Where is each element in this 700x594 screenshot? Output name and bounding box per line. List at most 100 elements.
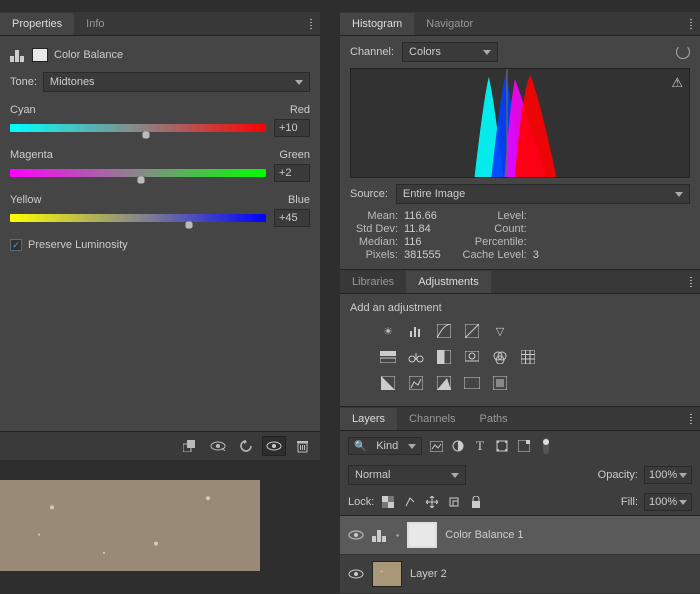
cyan-red-slider[interactable] — [10, 124, 266, 132]
filter-type-icon[interactable]: T — [472, 438, 488, 454]
layer-name[interactable]: Color Balance 1 — [445, 529, 523, 541]
yellow-blue-value[interactable]: +45 — [274, 209, 310, 227]
fill-label: Fill: — [621, 496, 638, 508]
brightness-contrast-icon[interactable]: ☀ — [378, 322, 398, 340]
tone-select[interactable]: Midtones — [43, 72, 310, 92]
percentile-label: Percentile: — [457, 236, 527, 248]
slider-right-label: Green — [279, 149, 310, 161]
panel-menu-icon[interactable] — [682, 408, 700, 430]
layer-name[interactable]: Layer 2 — [410, 568, 447, 580]
lock-image-icon[interactable] — [402, 494, 418, 510]
chevron-down-icon — [675, 192, 683, 197]
lock-position-icon[interactable] — [424, 494, 440, 510]
cyan-red-value[interactable]: +10 — [274, 119, 310, 137]
filter-shape-icon[interactable] — [494, 438, 510, 454]
tab-layers[interactable]: Layers — [340, 408, 397, 430]
panel-menu-icon[interactable] — [682, 13, 700, 35]
filter-toggle-icon[interactable] — [538, 438, 554, 454]
channel-mixer-icon[interactable] — [490, 348, 510, 366]
layer-thumb[interactable] — [372, 561, 402, 587]
link-icon: ⬩ — [396, 530, 399, 541]
lock-all-icon[interactable] — [468, 494, 484, 510]
tab-navigator[interactable]: Navigator — [414, 13, 485, 35]
tab-histogram[interactable]: Histogram — [340, 13, 414, 35]
mean-value: 116.66 — [404, 210, 437, 222]
toggle-visibility-icon[interactable] — [262, 436, 286, 456]
canvas-preview[interactable] — [0, 480, 260, 571]
threshold-icon[interactable] — [434, 374, 454, 392]
opacity-input[interactable]: 100% — [644, 466, 692, 484]
channel-select[interactable]: Colors — [402, 42, 498, 62]
lock-artboard-icon[interactable] — [446, 494, 462, 510]
layer-row[interactable]: ⬩ Color Balance 1 — [340, 516, 700, 555]
blend-mode-select[interactable]: Normal — [348, 465, 466, 485]
tab-info[interactable]: Info — [74, 13, 116, 35]
slider-right-label: Blue — [288, 194, 310, 206]
color-balance-icon — [372, 528, 388, 542]
clip-to-layer-icon[interactable] — [178, 436, 202, 456]
blend-value: Normal — [355, 469, 390, 481]
panel-menu-icon[interactable] — [682, 271, 700, 293]
layer-mask-thumb[interactable] — [407, 522, 437, 548]
layer-row[interactable]: Layer 2 — [340, 555, 700, 594]
tab-libraries[interactable]: Libraries — [340, 271, 406, 293]
vibrance-icon[interactable]: ▽ — [490, 322, 510, 340]
pixels-value: 381555 — [404, 249, 441, 261]
tab-paths[interactable]: Paths — [468, 408, 520, 430]
color-balance-icon — [10, 48, 26, 62]
pixels-label: Pixels: — [350, 249, 398, 261]
magenta-green-slider[interactable] — [10, 169, 266, 177]
chevron-down-icon — [679, 473, 687, 478]
hue-sat-icon[interactable] — [378, 348, 398, 366]
opacity-label: Opacity: — [598, 469, 638, 481]
trash-icon[interactable] — [290, 436, 314, 456]
magenta-green-value[interactable]: +2 — [274, 164, 310, 182]
tone-value: Midtones — [50, 76, 95, 88]
count-label: Count: — [457, 223, 527, 235]
median-label: Median: — [350, 236, 398, 248]
preserve-luminosity-label: Preserve Luminosity — [28, 239, 128, 251]
curves-icon[interactable] — [434, 322, 454, 340]
panel-menu-icon[interactable] — [302, 13, 320, 35]
yellow-blue-slider[interactable] — [10, 214, 266, 222]
filter-adjustment-icon[interactable] — [450, 438, 466, 454]
reset-icon[interactable] — [234, 436, 258, 456]
tone-label: Tone: — [10, 76, 37, 88]
channel-value: Colors — [409, 46, 441, 58]
preserve-luminosity-checkbox[interactable]: ✓ — [10, 239, 22, 251]
view-previous-icon[interactable] — [206, 436, 230, 456]
filter-pixel-icon[interactable] — [428, 438, 444, 454]
posterize-icon[interactable] — [406, 374, 426, 392]
invert-icon[interactable] — [378, 374, 398, 392]
lock-transparency-icon[interactable] — [380, 494, 396, 510]
levels-icon[interactable] — [406, 322, 426, 340]
fill-input[interactable]: 100% — [644, 493, 692, 511]
refresh-icon[interactable] — [676, 45, 690, 59]
selective-color-icon[interactable] — [490, 374, 510, 392]
level-label: Level: — [457, 210, 527, 222]
chevron-down-icon — [295, 80, 303, 85]
adjustment-title: Color Balance — [54, 49, 123, 61]
slider-left-label: Magenta — [10, 149, 53, 161]
visibility-toggle-icon[interactable] — [348, 527, 364, 543]
photo-filter-icon[interactable] — [462, 348, 482, 366]
slider-left-label: Cyan — [10, 104, 36, 116]
source-select[interactable]: Entire Image — [396, 184, 690, 204]
color-lookup-icon[interactable] — [518, 348, 538, 366]
tab-channels[interactable]: Channels — [397, 408, 467, 430]
black-white-icon[interactable] — [434, 348, 454, 366]
tab-adjustments[interactable]: Adjustments — [406, 271, 491, 293]
channel-label: Channel: — [350, 46, 394, 58]
mask-thumb[interactable] — [32, 48, 48, 62]
gradient-map-icon[interactable] — [462, 374, 482, 392]
filter-smart-icon[interactable] — [516, 438, 532, 454]
stddev-label: Std Dev: — [350, 223, 398, 235]
cache-label: Cache Level: — [457, 249, 527, 261]
color-balance-icon[interactable] — [406, 348, 426, 366]
tab-properties[interactable]: Properties — [0, 13, 74, 35]
mean-label: Mean: — [350, 210, 398, 222]
visibility-toggle-icon[interactable] — [348, 566, 364, 582]
filter-kind-select[interactable]: 🔍 Kind — [348, 437, 422, 455]
histogram-display[interactable]: ⚠ — [350, 68, 690, 178]
exposure-icon[interactable] — [462, 322, 482, 340]
